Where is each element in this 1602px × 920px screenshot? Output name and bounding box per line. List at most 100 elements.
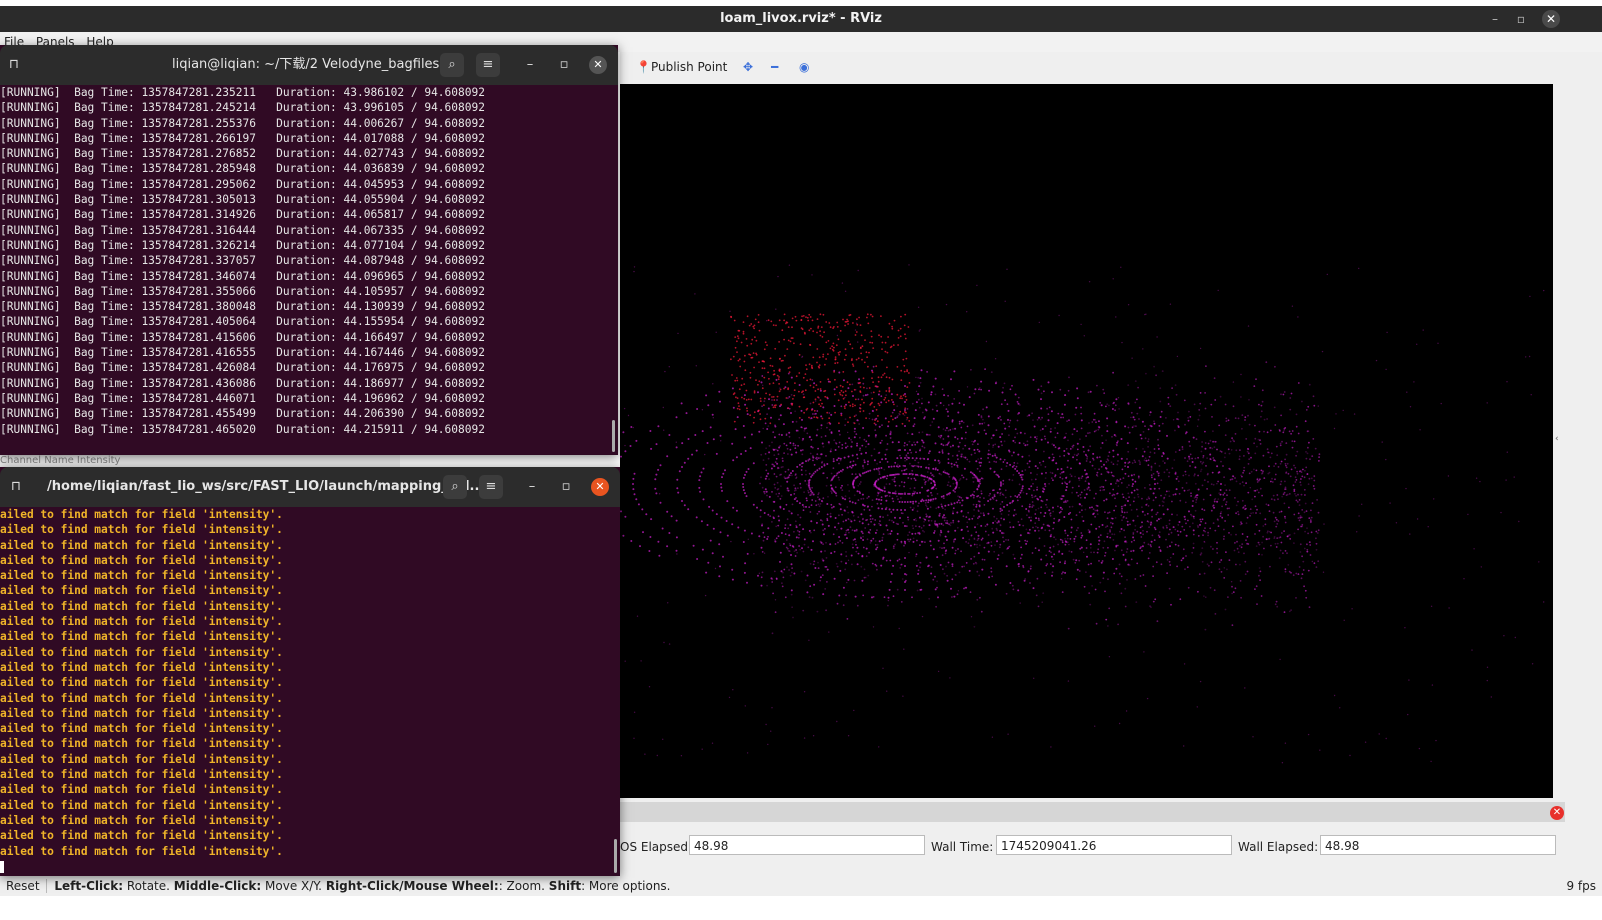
- terminal-line: [RUNNING] Bag Time: 1357847281.415606 Du…: [0, 330, 485, 344]
- terminal-line: ailed to find match for field 'intensity…: [0, 783, 283, 797]
- terminal-line: [RUNNING] Bag Time: 1357847281.426084 Du…: [0, 361, 485, 375]
- terminal-line: [RUNNING] Bag Time: 1357847281.235211 Du…: [0, 86, 485, 99]
- terminal-tab-icon[interactable]: ⊓: [4, 475, 28, 499]
- ros-elapsed-label: OS Elapsed:: [620, 840, 693, 854]
- left-click-key: Left-Click:: [54, 879, 124, 893]
- reset-button[interactable]: Reset: [0, 879, 47, 893]
- terminal-line: ailed to find match for field 'intensity…: [0, 569, 283, 583]
- terminal-line: [RUNNING] Bag Time: 1357847281.295062 Du…: [0, 177, 485, 191]
- terminal-line: [RUNNING] Bag Time: 1357847281.465020 Du…: [0, 422, 485, 436]
- search-icon[interactable]: ⌕: [440, 53, 464, 77]
- terminal-output[interactable]: ailed to find match for field 'intensity…: [0, 507, 620, 876]
- minimize-icon[interactable]: –: [520, 475, 544, 499]
- maximize-icon[interactable]: ▫: [552, 53, 576, 77]
- terminal-line: ailed to find match for field 'intensity…: [0, 615, 283, 629]
- eye-icon[interactable]: ◉: [799, 60, 809, 74]
- terminal-line: [RUNNING] Bag Time: 1357847281.337057 Du…: [0, 254, 485, 268]
- chevron-left-icon[interactable]: ‹: [1555, 434, 1559, 444]
- terminal-scrollbar[interactable]: [614, 839, 617, 873]
- right-dock-collapsed[interactable]: ‹: [1553, 84, 1602, 798]
- wall-time-label: Wall Time:: [931, 840, 994, 854]
- terminal-line: ailed to find match for field 'intensity…: [0, 706, 283, 720]
- terminal-line: ailed to find match for field 'intensity…: [0, 722, 283, 736]
- terminal-line: ailed to find match for field 'intensity…: [0, 752, 283, 766]
- zoom-out-icon[interactable]: ━: [771, 60, 778, 74]
- shift-desc: : More options.: [581, 879, 671, 893]
- terminal-line: ailed to find match for field 'intensity…: [0, 630, 283, 644]
- terminal-line: [RUNNING] Bag Time: 1357847281.380048 Du…: [0, 300, 485, 314]
- terminal-line: ailed to find match for field 'intensity…: [0, 645, 283, 659]
- terminal-line: [RUNNING] Bag Time: 1357847281.255376 Du…: [0, 116, 485, 130]
- pin-icon: 📍: [636, 60, 651, 74]
- fps-counter: 9 fps: [1566, 879, 1596, 893]
- close-icon[interactable]: ✕: [1542, 10, 1560, 28]
- maximize-icon[interactable]: ▫: [554, 475, 578, 499]
- terminal-line: ailed to find match for field 'intensity…: [0, 599, 283, 613]
- terminal-line: ailed to find match for field 'intensity…: [0, 553, 283, 567]
- terminal-line: [RUNNING] Bag Time: 1357847281.326214 Du…: [0, 238, 485, 252]
- terminal-line: ailed to find match for field 'intensity…: [0, 768, 283, 782]
- terminal-line: [RUNNING] Bag Time: 1357847281.405064 Du…: [0, 315, 485, 329]
- rviz-3d-viewport[interactable]: [620, 84, 1553, 798]
- terminal-line: [RUNNING] Bag Time: 1357847281.266197 Du…: [0, 131, 485, 145]
- terminal-line: ailed to find match for field 'intensity…: [0, 676, 283, 690]
- terminal-line: [RUNNING] Bag Time: 1357847281.455499 Du…: [0, 407, 485, 421]
- minimize-icon[interactable]: –: [1486, 10, 1504, 28]
- displays-panel-behind: Channel Name Intensity: [0, 455, 400, 467]
- terminal-title-bar[interactable]: ⊓ liqian@liqian: ~/下载/2 Velodyne_bagfile…: [0, 45, 618, 85]
- terminal-line: ailed to find match for field 'intensity…: [0, 584, 283, 598]
- close-icon[interactable]: ✕: [591, 478, 609, 496]
- wall-elapsed-field[interactable]: 48.98: [1320, 835, 1556, 855]
- terminal-line: [RUNNING] Bag Time: 1357847281.436086 Du…: [0, 376, 485, 390]
- help-text: Left-Click: Rotate. Middle-Click: Move X…: [50, 879, 670, 893]
- terminal-fastlio[interactable]: ⊓ /home/liqian/fast_lio_ws/src/FAST_LIO/…: [0, 467, 620, 876]
- shift-key: Shift: [548, 879, 582, 893]
- terminal-line: ailed to find match for field 'intensity…: [0, 660, 283, 674]
- terminal-line: ailed to find match for field 'intensity…: [0, 737, 283, 751]
- terminal-line: ailed to find match for field 'intensity…: [0, 508, 283, 521]
- terminal-line: [RUNNING] Bag Time: 1357847281.316444 Du…: [0, 223, 485, 237]
- terminal-title-bar[interactable]: ⊓ /home/liqian/fast_lio_ws/src/FAST_LIO/…: [0, 467, 620, 507]
- terminal-output[interactable]: [RUNNING] Bag Time: 1357847281.235211 Du…: [0, 85, 618, 455]
- publish-point-label: Publish Point: [650, 60, 728, 74]
- time-panel: ✕ OS Elapsed: 48.98 Wall Time: 174520904…: [620, 798, 1602, 878]
- terminal-rosbag[interactable]: ⊓ liqian@liqian: ~/下载/2 Velodyne_bagfile…: [0, 45, 618, 455]
- terminal-line: [RUNNING] Bag Time: 1357847281.285948 Du…: [0, 162, 485, 176]
- terminal-line: ailed to find match for field 'intensity…: [0, 798, 283, 812]
- terminal-line: [RUNNING] Bag Time: 1357847281.446071 Du…: [0, 391, 485, 405]
- panel-close-icon[interactable]: ✕: [1550, 806, 1564, 820]
- left-click-desc: Rotate.: [126, 879, 170, 893]
- maximize-icon[interactable]: ▫: [1512, 10, 1530, 28]
- terminal-line: [RUNNING] Bag Time: 1357847281.305013 Du…: [0, 193, 485, 207]
- hamburger-icon[interactable]: ≡: [479, 475, 503, 499]
- rviz-title-bar: loam_livox.rviz* - RViz – ▫ ✕: [0, 6, 1602, 32]
- search-icon[interactable]: ⌕: [443, 475, 467, 499]
- minimize-icon[interactable]: –: [518, 53, 542, 77]
- wall-time-field[interactable]: 1745209041.26: [996, 835, 1232, 855]
- publish-point-button[interactable]: 📍Publish Point: [636, 60, 727, 74]
- move-camera-icon[interactable]: ✥: [743, 60, 753, 74]
- hamburger-icon[interactable]: ≡: [476, 53, 500, 77]
- wall-elapsed-label: Wall Elapsed:: [1238, 840, 1319, 854]
- terminal-title: /home/liqian/fast_lio_ws/src/FAST_LIO/la…: [47, 479, 485, 494]
- terminal-line: ailed to find match for field 'intensity…: [0, 691, 283, 705]
- time-panel-header: [620, 802, 1565, 822]
- ros-elapsed-field[interactable]: 48.98: [689, 835, 925, 855]
- terminal-cursor: [0, 861, 4, 873]
- middle-click-desc: Move X/Y.: [265, 879, 322, 893]
- terminal-line: [RUNNING] Bag Time: 1357847281.314926 Du…: [0, 208, 485, 222]
- close-icon[interactable]: ✕: [589, 56, 607, 74]
- terminal-line: ailed to find match for field 'intensity…: [0, 523, 283, 537]
- point-cloud-render: [620, 264, 1545, 764]
- terminal-tab-icon[interactable]: ⊓: [2, 53, 26, 77]
- right-click-key: Right-Click/Mouse Wheel:: [325, 879, 499, 893]
- terminal-line: ailed to find match for field 'intensity…: [0, 813, 283, 827]
- terminal-title: liqian@liqian: ~/下载/2 Velodyne_bagfiles: [172, 57, 440, 72]
- right-click-desc: : Zoom.: [498, 879, 545, 893]
- window-title: loam_livox.rviz* - RViz: [720, 11, 882, 26]
- middle-click-key: Middle-Click:: [173, 879, 262, 893]
- rviz-toolbar: 📍Publish Point ✥ ━ ◉: [620, 52, 1602, 85]
- terminal-line: [RUNNING] Bag Time: 1357847281.355066 Du…: [0, 284, 485, 298]
- terminal-scrollbar[interactable]: [612, 420, 615, 452]
- terminal-line: ailed to find match for field 'intensity…: [0, 844, 283, 858]
